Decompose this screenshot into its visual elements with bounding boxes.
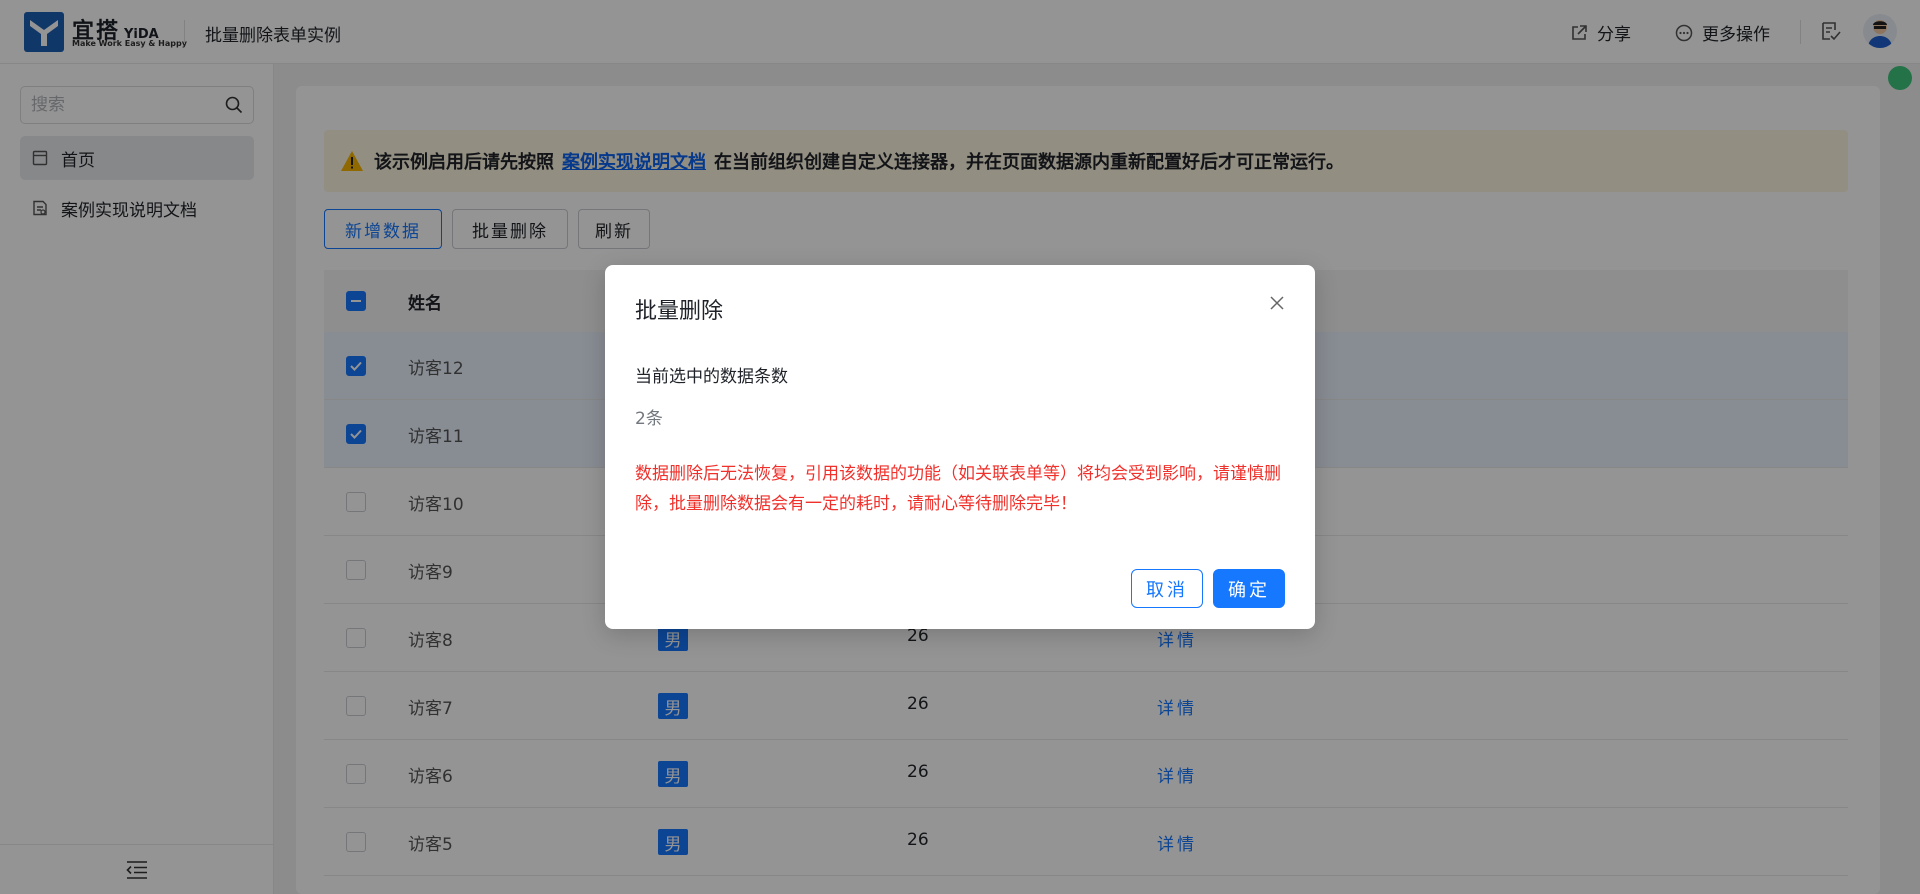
cancel-button[interactable]: 取消 (1131, 569, 1203, 608)
batch-delete-dialog: 批量删除 当前选中的数据条数 2条 数据删除后无法恢复，引用该数据的功能（如关联… (605, 265, 1315, 629)
confirm-button[interactable]: 确定 (1213, 569, 1285, 608)
selected-count-value: 2条 (635, 409, 663, 429)
delete-warning-text: 数据删除后无法恢复，引用该数据的功能（如关联表单等）将均会受到影响，请谨慎删除，… (635, 464, 1281, 514)
selected-count-label: 当前选中的数据条数 (635, 367, 788, 387)
close-icon[interactable] (1269, 295, 1285, 311)
dialog-title: 批量删除 (635, 299, 724, 324)
